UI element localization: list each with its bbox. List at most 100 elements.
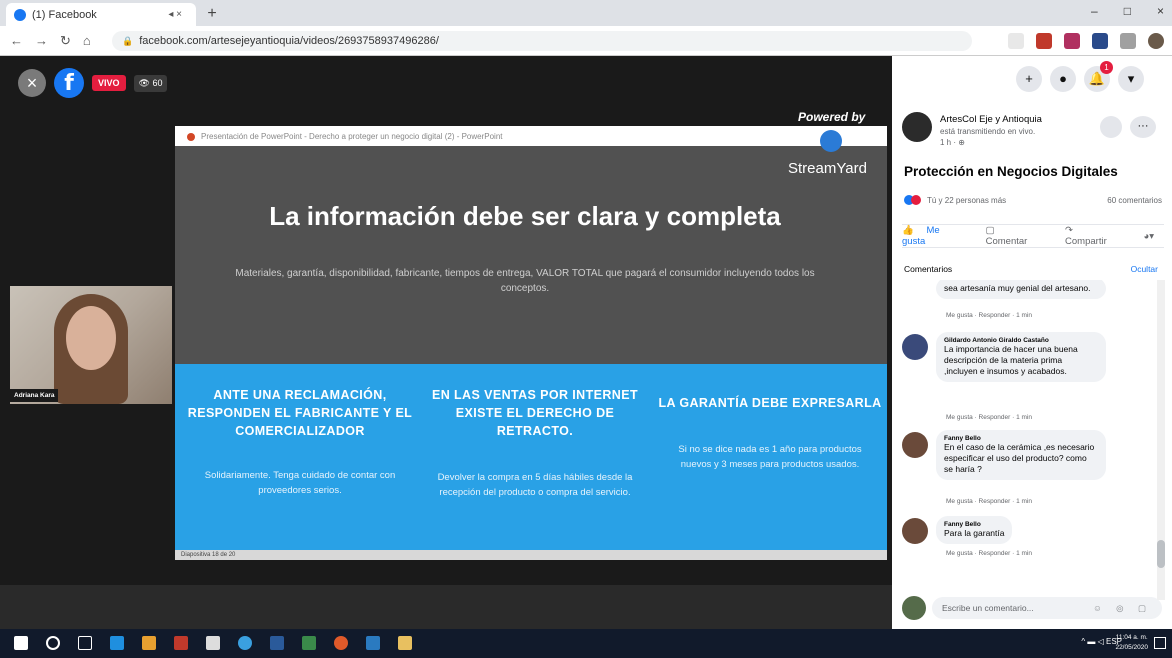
file-explorer-icon[interactable] <box>398 636 412 650</box>
comment-actions[interactable]: Me gusta · Responder · 1 min <box>946 312 1032 319</box>
presenter-camera: Adriana Kara <box>10 286 172 404</box>
back-arrow-icon[interactable]: ← <box>10 33 23 49</box>
extension-icon[interactable] <box>1008 33 1024 49</box>
create-plus-icon[interactable]: + <box>1016 66 1042 92</box>
comment-bubble: Fanny Bello En el caso de la cerámica ,e… <box>936 430 1106 480</box>
audience-selector-icon[interactable]: ◕▾ <box>1143 231 1154 242</box>
edge-icon[interactable] <box>110 636 124 650</box>
comment-composer: Escribe un comentario... ☺ ◎ ▢ <box>902 596 1164 622</box>
word-icon[interactable] <box>270 636 284 650</box>
eye-icon: 👁 <box>138 77 153 88</box>
extension-icon[interactable] <box>1120 33 1136 49</box>
extension-icon[interactable] <box>1036 33 1052 49</box>
action-bar: 👍 Me gusta ▢ Comentar ↷ Compartir ◕▾ <box>902 224 1164 248</box>
minimize-button[interactable]: – <box>1091 4 1098 18</box>
facebook-favicon-icon <box>14 8 26 21</box>
comments-count[interactable]: 60 comentarios <box>1107 196 1162 205</box>
commenter-name[interactable]: Gildardo Antonio Giraldo Castaño <box>944 337 1098 344</box>
excel-icon[interactable] <box>302 636 316 650</box>
viewer-count-value: 60 <box>152 77 163 88</box>
reload-icon[interactable]: ↻ <box>60 33 71 49</box>
video-overlay-top: × f VIVO 👁 60 <box>18 68 168 98</box>
comments-header: Comentarios Ocultar <box>904 264 1158 274</box>
mail-icon[interactable] <box>366 636 380 650</box>
video-player[interactable]: × f VIVO 👁 60 Presentación de PowerPoint… <box>0 56 892 629</box>
task-view-icon[interactable] <box>78 636 92 650</box>
reactions-text[interactable]: Tú y 22 personas más <box>927 196 1006 205</box>
account-menu-chevron-icon[interactable]: ▾ <box>1118 66 1144 92</box>
camera-button[interactable] <box>1100 116 1122 138</box>
close-icon[interactable]: × <box>18 69 46 97</box>
clock-date: 22/05/2020 <box>1115 644 1148 651</box>
clock-time: 11:04 a. m. <box>1115 634 1148 641</box>
column-2-text: Devolver la compra en 5 días hábiles des… <box>437 472 633 498</box>
hide-comments-link[interactable]: Ocultar <box>1131 264 1158 274</box>
commenter-name[interactable]: Fanny Bello <box>944 435 1098 442</box>
powered-by-label: Powered by <box>798 110 866 124</box>
author-name[interactable]: ArtesCol Eje y Antioquia <box>940 114 1042 125</box>
more-options-icon[interactable]: ··· <box>1130 116 1156 138</box>
profile-avatar[interactable] <box>1148 33 1164 49</box>
close-window-button[interactable]: × <box>1157 4 1164 18</box>
messenger-icon[interactable]: ● <box>1050 66 1076 92</box>
slideshow-window-title: Presentación de PowerPoint - Derecho a p… <box>201 132 503 141</box>
streamyard-logo-icon <box>820 130 842 152</box>
comment-input-placeholder: Escribe un comentario... <box>942 603 1034 613</box>
comment-actions[interactable]: Me gusta · Responder · 1 min <box>946 550 1032 557</box>
taskbar-app-icon[interactable] <box>142 636 156 650</box>
extension-icon[interactable] <box>1064 33 1080 49</box>
author-avatar[interactable] <box>902 112 932 142</box>
tab-audio-icon[interactable]: ◂ × <box>168 9 182 20</box>
slide-status-bar: Diapositiva 18 de 20 <box>175 550 887 560</box>
comment-actions[interactable]: Me gusta · Responder · 1 min <box>946 498 1032 505</box>
share-button[interactable]: ↷ Compartir <box>1065 225 1133 247</box>
powerpoint-icon[interactable] <box>174 636 188 650</box>
chrome-icon[interactable] <box>238 636 252 650</box>
extensions <box>1008 33 1164 49</box>
presenter-name: Adriana Kara <box>10 389 59 402</box>
commenter-avatar[interactable] <box>902 334 928 360</box>
action-center-icon[interactable] <box>1154 637 1166 649</box>
taskbar-app-icon[interactable] <box>334 636 348 650</box>
facebook-logo-icon[interactable]: f <box>54 68 84 98</box>
new-tab-button[interactable]: + <box>203 5 221 23</box>
browser-tab[interactable]: (1) Facebook ◂ × <box>6 3 196 26</box>
viewer-count: 👁 60 <box>133 74 168 92</box>
video-title: Protección en Negocios Digitales <box>904 164 1118 179</box>
comment-actions[interactable]: Me gusta · Responder · 1 min <box>946 414 1032 421</box>
comment-bubble: Gildardo Antonio Giraldo Castaño La impo… <box>936 332 1106 382</box>
slide-column-1: ANTE UNA RECLAMACIÓN, RESPONDEN EL FABRI… <box>185 386 415 498</box>
forward-arrow-icon[interactable]: → <box>35 33 48 49</box>
comment-text: sea artesanía muy genial del artesano. <box>944 283 1091 293</box>
scrollbar-thumb[interactable] <box>1157 540 1165 568</box>
comments-scrollbar[interactable] <box>1157 280 1165 600</box>
comment-icon: ▢ <box>985 225 995 236</box>
slide-title: La información debe ser clara y completa <box>269 201 781 231</box>
love-reaction-icon <box>911 195 921 205</box>
presentation-slide: Presentación de PowerPoint - Derecho a p… <box>175 126 887 560</box>
video-controls-strip <box>0 585 892 629</box>
like-button[interactable]: 👍 Me gusta <box>902 225 972 247</box>
home-icon[interactable]: ⌂ <box>83 33 91 49</box>
windows-start-icon[interactable] <box>14 636 28 650</box>
comment-list[interactable]: sea artesanía muy genial del artesano. M… <box>892 280 1172 590</box>
reactions-row[interactable]: Tú y 22 personas más 60 comentarios <box>904 195 1162 205</box>
slide-column-3: LA GARANTÍA DEBE EXPRESARLA Si no se dic… <box>655 394 885 472</box>
maximize-button[interactable]: □ <box>1124 4 1131 18</box>
comment-button[interactable]: ▢ Comentar <box>986 225 1055 247</box>
share-label: Compartir <box>1065 236 1107 247</box>
commenter-name[interactable]: Fanny Bello <box>944 521 1004 528</box>
commenter-avatar[interactable] <box>902 432 928 458</box>
taskbar-clock[interactable]: 11:04 a. m. 22/05/2020 <box>1115 633 1148 653</box>
url-field[interactable]: 🔒 facebook.com/artesejeyantioquia/videos… <box>112 31 972 51</box>
search-icon[interactable] <box>46 636 60 650</box>
column-3-text: Si no se dice nada es 1 año para product… <box>678 444 862 470</box>
column-1-text: Solidariamente. Tenga cuidado de contar … <box>204 470 396 496</box>
extension-icon[interactable] <box>1092 33 1108 49</box>
url-text: facebook.com/artesejeyantioquia/videos/2… <box>139 35 439 47</box>
comment-input[interactable]: Escribe un comentario... ☺ ◎ ▢ <box>932 597 1162 619</box>
taskbar-app-icon[interactable] <box>206 636 220 650</box>
emoji-camera-gif-icons[interactable]: ☺ ◎ ▢ <box>1093 597 1152 619</box>
presenter-face <box>66 306 116 370</box>
commenter-avatar[interactable] <box>902 518 928 544</box>
